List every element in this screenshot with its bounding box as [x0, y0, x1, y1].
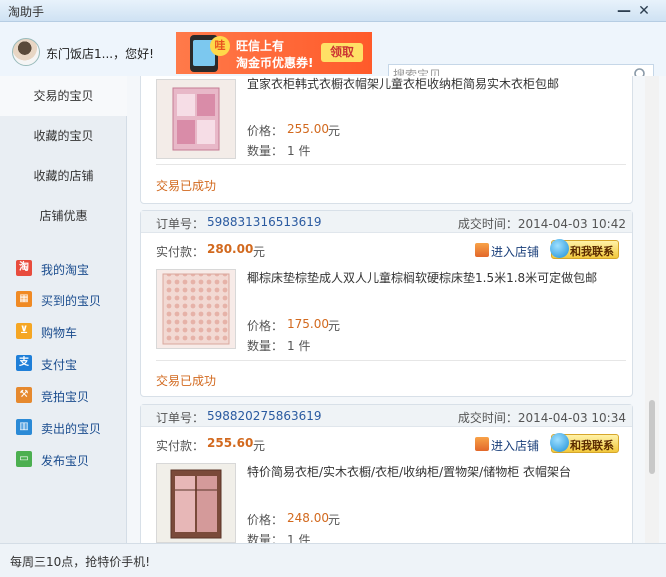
paid-label: 实付款： — [156, 439, 205, 453]
item-title[interactable]: 宜家衣柜韩式衣橱衣帽架儿童衣柜收纳柜简易实木衣柜包邮 — [247, 76, 559, 92]
wangwang-icon — [550, 433, 569, 452]
order-no-label: 订单号： — [156, 217, 205, 231]
tab-store-discounts[interactable]: 店铺优惠 — [0, 196, 127, 236]
sidebar-item-label: 支付宝 — [41, 358, 78, 372]
price-label: 价格： — [247, 124, 284, 138]
contact-label: 和我联系 — [570, 245, 614, 258]
footer-promo-link[interactable]: 每周三10点，抢特价手机! — [10, 553, 150, 570]
item-qty: 1 件 — [287, 339, 311, 353]
price-unit: 元 — [328, 124, 341, 138]
promo-banner[interactable]: 哇 旺信上有 淘金币优惠券! 领取 — [176, 32, 372, 74]
order-card: 宜家衣柜韩式衣橱衣帽架儿童衣柜收纳柜简易实木衣柜包邮 价格： 255.00 元 … — [140, 76, 633, 204]
paid-label: 实付款： — [156, 245, 205, 259]
deal-time: 成交时间：2014-04-03 10:42 — [457, 217, 626, 231]
trade-status: 交易已成功 — [156, 374, 217, 388]
qty-label: 数量： — [247, 144, 284, 158]
title-bar: 淘助手 — ✕ — [0, 0, 666, 22]
item-title[interactable]: 椰棕床垫棕垫成人双人儿童棕榈软硬棕床垫1.5米1.8米可定做包邮 — [247, 269, 597, 286]
item-thumbnail-wardrobe[interactable] — [156, 79, 236, 159]
store-icon — [475, 243, 489, 257]
promo-badge: 哇 — [210, 36, 230, 56]
contact-seller-button[interactable]: 和我联系 — [550, 239, 619, 259]
paid-unit: 元 — [253, 439, 266, 453]
order-list: 宜家衣柜韩式衣橱衣帽架儿童衣柜收纳柜简易实木衣柜包邮 价格： 255.00 元 … — [127, 76, 666, 543]
bought-icon: ▦ — [16, 291, 32, 307]
paid-amount: 280.00 — [207, 242, 254, 256]
cart-icon: ⊻ — [16, 323, 32, 339]
item-price: 255.00 — [287, 122, 329, 136]
taobao-icon: 淘 — [16, 260, 32, 276]
promo-line-2: 淘金币优惠券! — [236, 56, 314, 70]
order-number[interactable]: 598820275863619 — [207, 409, 322, 423]
divider — [156, 164, 626, 165]
sidebar-item-label: 买到的宝贝 — [41, 294, 102, 308]
sidebar-item-label: 卖出的宝贝 — [41, 422, 102, 436]
qty-label: 数量： — [247, 533, 284, 543]
price-label: 价格： — [247, 513, 284, 527]
footer: 每周三10点，抢特价手机! — [0, 543, 666, 577]
enter-store-label: 进入店铺 — [491, 439, 540, 453]
contact-seller-button[interactable]: 和我联系 — [550, 433, 619, 453]
item-price: 248.00 — [287, 511, 329, 525]
price-label: 价格： — [247, 319, 284, 333]
paid-unit: 元 — [253, 245, 266, 259]
window-title: 淘助手 — [8, 5, 45, 19]
order-card: 订单号： 598831316513619 成交时间：2014-04-03 10:… — [140, 210, 633, 397]
enter-store-label: 进入店铺 — [491, 245, 540, 259]
sidebar-item-label: 发布宝贝 — [41, 454, 90, 468]
store-icon — [475, 437, 489, 451]
publish-icon: ▭ — [16, 451, 32, 467]
tab-traded-items[interactable]: 交易的宝贝 — [0, 76, 127, 116]
item-qty: 1 件 — [287, 144, 311, 158]
item-thumbnail-mattress[interactable] — [156, 269, 236, 349]
deal-time: 成交时间：2014-04-03 10:34 — [457, 411, 626, 425]
order-header: 订单号： 598831316513619 成交时间：2014-04-03 10:… — [141, 211, 632, 233]
qty-label: 数量： — [247, 339, 284, 353]
tab-favorite-stores[interactable]: 收藏的店铺 — [0, 156, 127, 196]
auction-icon: ⚒ — [16, 387, 32, 403]
item-price: 175.00 — [287, 317, 329, 331]
tab-favorite-items[interactable]: 收藏的宝贝 — [0, 116, 127, 156]
promo-line-1: 旺信上有 — [236, 39, 285, 53]
claim-button[interactable]: 领取 — [321, 43, 363, 62]
divider — [156, 360, 626, 361]
close-icon[interactable]: ✕ — [634, 1, 654, 21]
paid-amount: 255.60 — [207, 436, 254, 450]
sidebar-item-label: 竞拍宝贝 — [41, 390, 90, 404]
order-number[interactable]: 598831316513619 — [207, 215, 322, 229]
scrollbar-thumb[interactable] — [649, 400, 655, 474]
wangwang-icon — [550, 239, 569, 258]
user-greeting: 东门饭店1...，您好! — [46, 47, 154, 61]
price-unit: 元 — [328, 513, 341, 527]
price-unit: 元 — [328, 319, 341, 333]
sold-icon: ▥ — [16, 419, 32, 435]
order-card: 订单号： 598820275863619 成交时间：2014-04-03 10:… — [140, 404, 633, 543]
order-header: 订单号： 598820275863619 成交时间：2014-04-03 10:… — [141, 405, 632, 427]
sidebar-item-label: 我的淘宝 — [41, 263, 90, 277]
item-thumbnail-closet[interactable] — [156, 463, 236, 543]
alipay-icon: 支 — [16, 355, 32, 371]
avatar[interactable] — [12, 38, 40, 66]
trade-status: 交易已成功 — [156, 179, 217, 193]
sidebar-item-label: 购物车 — [41, 326, 78, 340]
item-title[interactable]: 特价简易衣柜/实木衣橱/衣柜/收纳柜/置物架/储物柜 衣帽架台 — [247, 463, 571, 480]
order-no-label: 订单号： — [156, 411, 205, 425]
minimize-icon[interactable]: — — [614, 1, 634, 21]
item-qty: 1 件 — [287, 533, 311, 543]
contact-label: 和我联系 — [570, 439, 614, 452]
sidebar: 交易的宝贝 收藏的宝贝 收藏的店铺 店铺优惠 淘 我的淘宝 ▦ 买到的宝贝 ⊻ … — [0, 76, 127, 543]
